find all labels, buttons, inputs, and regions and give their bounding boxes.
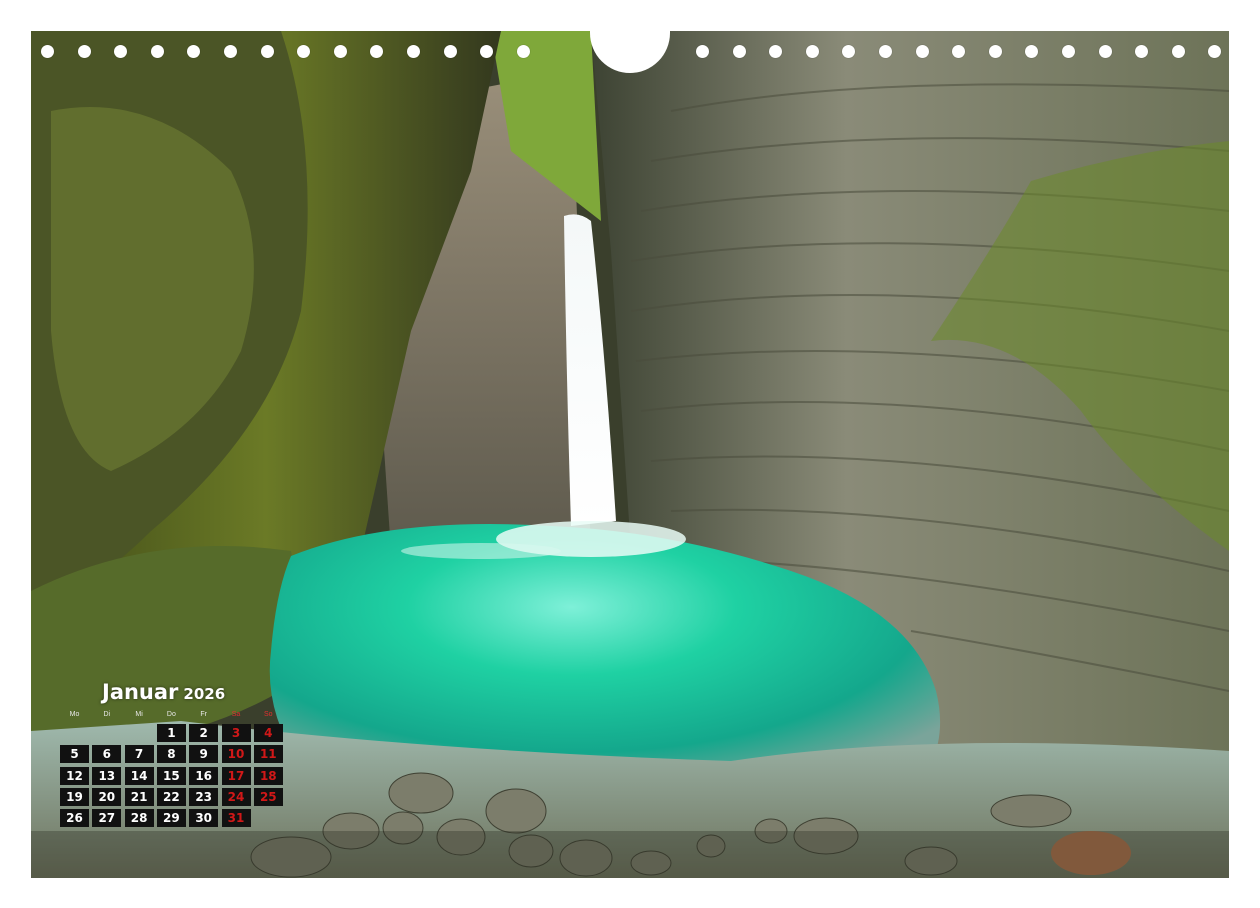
binding-hole (407, 45, 420, 58)
binding-hole (1098, 45, 1112, 58)
binding-hole (1062, 45, 1075, 58)
day-cell: 4 (253, 724, 283, 742)
binding-hole (1135, 45, 1149, 58)
day-cell: 27 (92, 809, 122, 828)
day-cell: 11 (253, 745, 283, 764)
day-cell: 12 (60, 766, 89, 785)
binding-hole (842, 45, 856, 58)
day-cell: 19 (60, 787, 89, 806)
binding-hole (1208, 45, 1222, 58)
day-cell: 25 (253, 787, 283, 806)
binding-hole (370, 45, 384, 58)
day-cell: 1 (156, 724, 186, 742)
weekday-label: Di (103, 711, 111, 718)
weekday-label: So (264, 711, 273, 718)
binding-hole (333, 45, 347, 58)
day-cell: 26 (60, 809, 89, 828)
binding-holes (0, 44, 1260, 62)
binding-hole (879, 45, 892, 58)
day-cell: 21 (124, 787, 154, 806)
day-cell: 22 (156, 787, 186, 806)
day-cell: 23 (189, 787, 219, 806)
day-cell: 16 (189, 766, 219, 785)
day-cell: 18 (253, 766, 283, 785)
binding-hole (696, 45, 709, 58)
day-cell: 15 (156, 766, 186, 785)
binding-hole (1171, 45, 1185, 58)
binding-hole (297, 45, 311, 58)
binding-hole (805, 45, 819, 58)
binding-hole (187, 45, 201, 58)
day-cell: 10 (221, 745, 251, 764)
day-cell: 28 (124, 809, 154, 828)
day-cell: 20 (92, 787, 122, 806)
day-cell: 5 (60, 745, 89, 764)
day-cell: 17 (221, 766, 251, 785)
day-cell: 13 (92, 766, 122, 785)
binding-hole (952, 45, 966, 58)
day-cell: 6 (92, 745, 122, 764)
day-cell: 30 (189, 809, 219, 828)
binding-hole (224, 45, 237, 58)
binding-hole (114, 45, 128, 58)
weekday-label: Fr (200, 711, 207, 718)
binding-hole (732, 45, 746, 58)
binding-hole (769, 45, 783, 58)
binding-hole (443, 45, 457, 58)
weekday-label: Do (166, 711, 176, 718)
weekday-label: Sa (231, 711, 241, 718)
binding-hole (1025, 45, 1039, 58)
binding-hole (260, 45, 274, 58)
binding-hole (77, 45, 91, 58)
day-cell: 24 (221, 787, 251, 806)
month-name: Januar (102, 680, 179, 704)
day-cell: 31 (221, 809, 251, 828)
day-cell: 8 (156, 745, 186, 764)
binding-hole (41, 45, 54, 58)
binding-hole (480, 45, 494, 58)
binding-hole (150, 45, 164, 58)
weekday-header: Mo Di Mi Do Fr Sa So (60, 711, 290, 721)
day-cell: 3 (221, 724, 251, 742)
day-cell: 29 (156, 809, 186, 828)
binding-hole (915, 45, 929, 58)
day-cell: 7 (124, 745, 154, 764)
binding-hole (516, 45, 530, 58)
day-cell: 2 (189, 724, 219, 742)
year: 2026 (183, 685, 226, 703)
day-cell: 9 (189, 745, 219, 764)
weekday-label: Mo (69, 711, 80, 718)
binding-hole (988, 45, 1002, 58)
calendar-title: Januar 2026 (102, 680, 225, 704)
weekday-label: Mi (135, 711, 143, 718)
day-cell: 14 (124, 766, 154, 785)
